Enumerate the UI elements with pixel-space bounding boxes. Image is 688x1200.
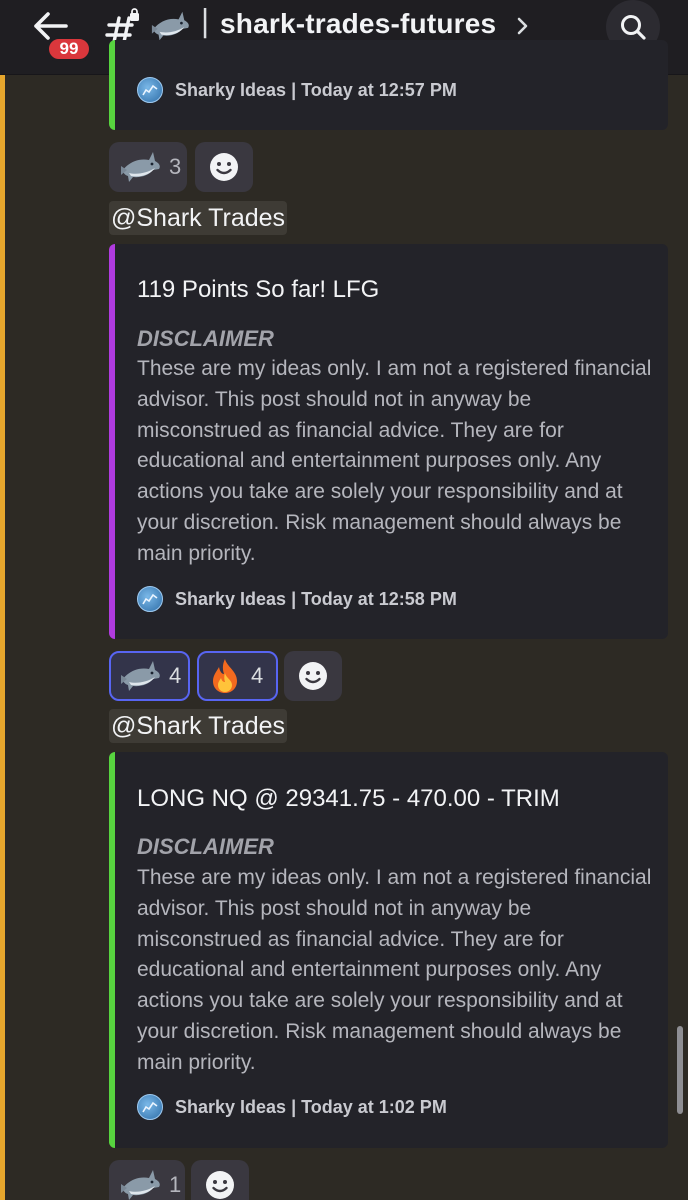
- add-reaction-button[interactable]: [195, 142, 253, 192]
- add-reaction-button[interactable]: [191, 1160, 249, 1200]
- message-embed: LONG NQ @ 29341.75 - 470.00 - TRIM DISCL…: [109, 752, 668, 1148]
- shark-emoji-icon: [121, 661, 160, 691]
- scrollbar-thumb[interactable]: [677, 1026, 683, 1114]
- smiley-add-icon: [299, 662, 327, 690]
- message-embed: Sharky Ideas | Today at 12:57 PM: [109, 40, 668, 130]
- search-icon: [621, 15, 646, 40]
- bot-avatar-icon: [137, 586, 163, 612]
- channel-title[interactable]: shark-trades-futures: [220, 8, 496, 40]
- reaction-count: 1: [169, 1172, 182, 1197]
- disclaimer-heading: DISCLAIMER: [137, 326, 274, 351]
- embed-title: LONG NQ @ 29341.75 - 470.00 - TRIM: [137, 785, 560, 812]
- user-mention[interactable]: @Shark Trades: [109, 201, 288, 235]
- shark-emoji-icon: [121, 1170, 160, 1200]
- header-divider: |: [200, 4, 211, 39]
- reaction-fire[interactable]: 4: [197, 651, 278, 701]
- reaction-shark[interactable]: 4: [109, 651, 190, 701]
- fire-emoji-icon: [213, 659, 237, 693]
- disclaimer-heading: DISCLAIMER: [137, 834, 274, 859]
- mention-highlight-bar: [0, 0, 5, 1200]
- reaction-shark[interactable]: 1: [109, 1160, 185, 1200]
- shark-emoji-icon: [121, 152, 160, 182]
- bot-avatar-icon: [137, 77, 163, 103]
- embed-footer-text: Sharky Ideas | Today at 1:02 PM: [175, 1096, 447, 1117]
- reaction-shark[interactable]: 3: [109, 142, 187, 192]
- embed-footer: Sharky Ideas | Today at 12:58 PM: [137, 585, 457, 613]
- bot-avatar-icon: [137, 1094, 163, 1120]
- unread-count-badge: 99: [46, 36, 92, 62]
- reaction-count: 4: [169, 663, 182, 688]
- disclaimer-body: These are my ideas only. I am not a regi…: [137, 357, 652, 565]
- user-mention[interactable]: @Shark Trades: [109, 709, 288, 743]
- add-reaction-button[interactable]: [284, 651, 342, 701]
- smiley-add-icon: [210, 153, 238, 181]
- embed-footer: Sharky Ideas | Today at 12:57 PM: [137, 76, 457, 104]
- embed-footer-text: Sharky Ideas | Today at 12:57 PM: [175, 79, 457, 100]
- disclaimer-body: These are my ideas only. I am not a regi…: [137, 866, 652, 1074]
- reaction-count: 3: [169, 154, 182, 179]
- embed-title: 119 Points So far! LFG: [137, 276, 380, 303]
- chevron-right-icon[interactable]: [516, 14, 530, 38]
- embed-footer: Sharky Ideas | Today at 1:02 PM: [137, 1093, 447, 1121]
- reaction-count: 4: [251, 663, 264, 688]
- smiley-add-icon: [206, 1171, 234, 1199]
- embed-footer-text: Sharky Ideas | Today at 12:58 PM: [175, 588, 457, 609]
- message-embed: 119 Points So far! LFG DISCLAIMER These …: [109, 244, 668, 639]
